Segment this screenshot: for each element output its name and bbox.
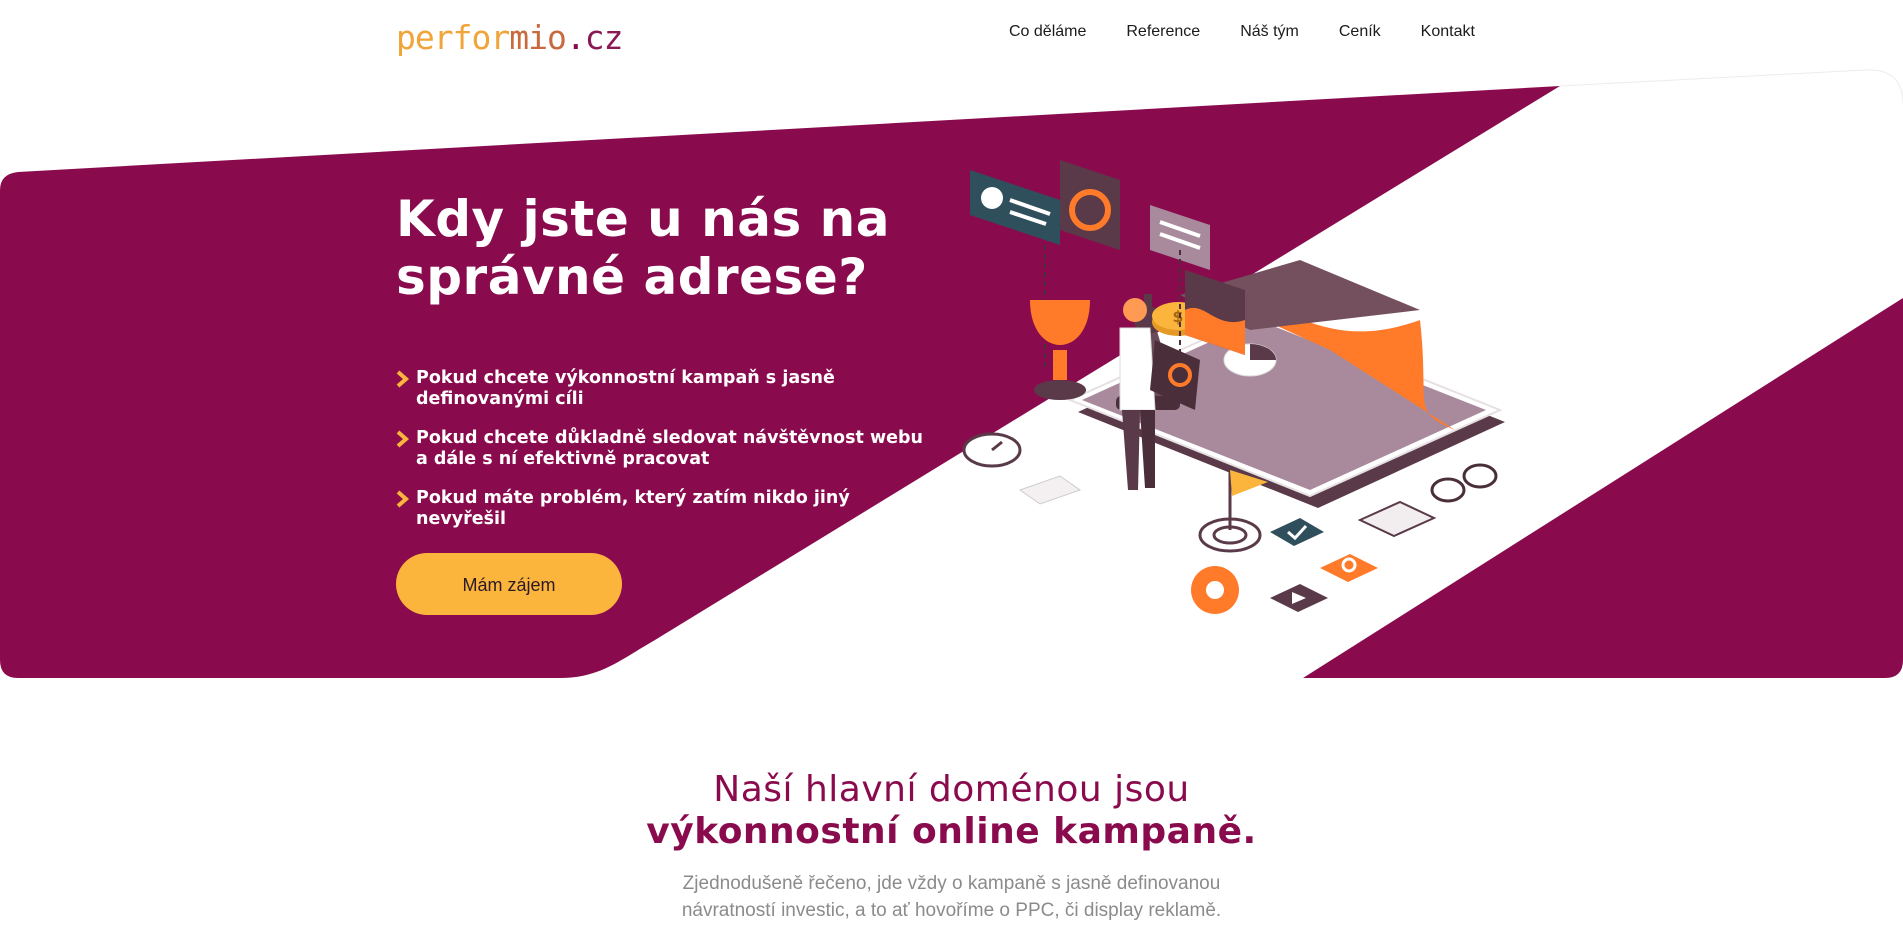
logo-part-3: cz bbox=[584, 18, 624, 57]
play-icon bbox=[1270, 584, 1328, 612]
gear-icon bbox=[1191, 566, 1239, 614]
nav-kontakt[interactable]: Kontakt bbox=[1421, 22, 1475, 42]
hero-illustration: $ bbox=[962, 160, 1505, 614]
chart-card-icon bbox=[1060, 160, 1120, 250]
clock-icon bbox=[962, 432, 1022, 468]
hero-title: Kdy jste u nás na správné adrese? bbox=[396, 190, 936, 306]
hero-bullet-list: Pokud chcete výkonnostní kampaň s jasně … bbox=[396, 368, 936, 530]
chevron-right-icon bbox=[396, 370, 410, 388]
chat-bubble-icon bbox=[970, 170, 1060, 245]
nav-nas-tym[interactable]: Náš tým bbox=[1240, 22, 1299, 42]
domain-section: Naší hlavní doménou jsou výkonnostní onl… bbox=[0, 770, 1903, 924]
chevron-right-icon bbox=[396, 490, 410, 508]
domain-heading-line-2: výkonnostní online kampaně. bbox=[646, 811, 1257, 852]
nav-co-delame[interactable]: Co děláme bbox=[1009, 22, 1086, 42]
hero-bullet-text: Pokud chcete výkonnostní kampaň s jasně … bbox=[416, 368, 835, 409]
site-header: performio.cz Co děláme Reference Náš tým… bbox=[0, 0, 1903, 70]
logo-dot: . bbox=[565, 18, 586, 57]
domain-heading-line-1: Naší hlavní doménou jsou bbox=[713, 769, 1190, 810]
nav-reference[interactable]: Reference bbox=[1126, 22, 1200, 42]
checkmark-icon bbox=[1270, 518, 1324, 546]
nav-cenik[interactable]: Ceník bbox=[1339, 22, 1381, 42]
document-icon bbox=[1018, 475, 1082, 505]
search-icon bbox=[1320, 554, 1378, 582]
main-navigation: Co děláme Reference Náš tým Ceník Kontak… bbox=[1009, 22, 1515, 42]
hero-bullet: Pokud chcete výkonnostní kampaň s jasně … bbox=[396, 368, 936, 410]
trophy-icon bbox=[1030, 300, 1090, 400]
hero-bullet: Pokud chcete důkladně sledovat návštěvno… bbox=[396, 428, 936, 470]
calendar-icon bbox=[1357, 500, 1437, 538]
hero-content: Kdy jste u nás na správné adrese? Pokud … bbox=[396, 190, 936, 548]
hero-bullet-text: Pokud chcete důkladně sledovat návštěvno… bbox=[416, 428, 923, 469]
glasses-icon bbox=[1430, 463, 1498, 503]
chevron-right-icon bbox=[396, 430, 410, 448]
target-flag-icon bbox=[1198, 470, 1268, 553]
hero-bullet: Pokud máte problém, který zatím nikdo ji… bbox=[396, 488, 936, 530]
domain-description: Zjednodušeně řečeno, jde vždy o kampaně … bbox=[681, 873, 1222, 921]
site-logo[interactable]: performio.cz bbox=[396, 18, 624, 58]
logo-part-2: mio bbox=[509, 18, 567, 57]
hero-bullet-text: Pokud máte problém, který zatím nikdo ji… bbox=[416, 488, 850, 529]
hero-title-line-2: správné adrese? bbox=[396, 248, 868, 306]
coin-symbol: $ bbox=[1172, 307, 1183, 326]
interest-button[interactable]: Mám zájem bbox=[396, 553, 622, 615]
hero-title-line-1: Kdy jste u nás na bbox=[396, 190, 890, 248]
logo-part-1: perfor bbox=[396, 18, 510, 57]
